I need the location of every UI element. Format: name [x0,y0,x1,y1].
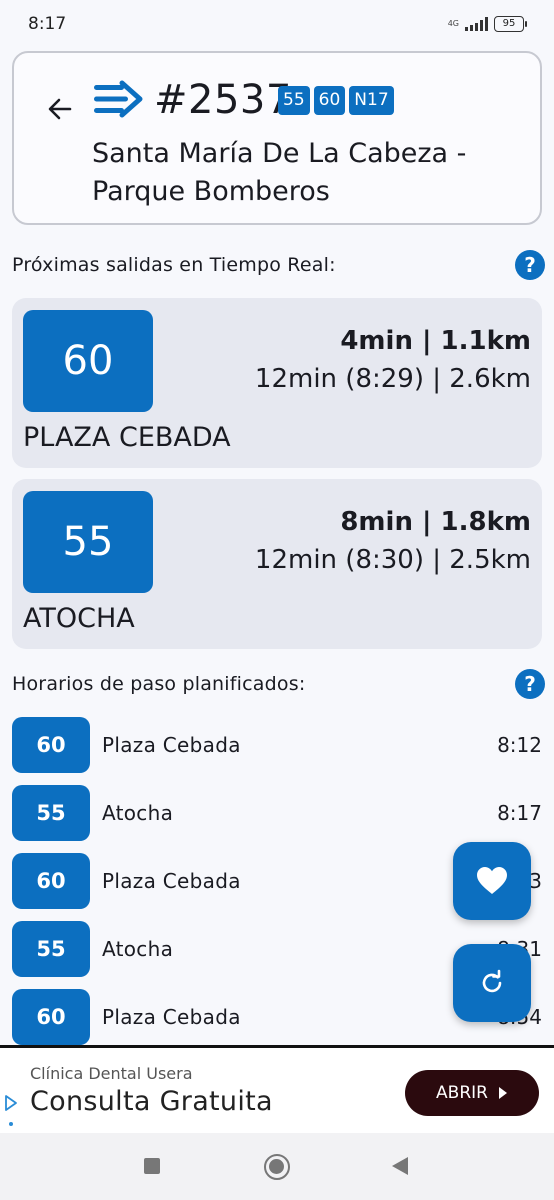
realtime-card[interactable]: 60 PLAZA CEBADA 4min | 1.1km 12min (8:29… [12,298,542,468]
line-badge: 60 [12,989,90,1045]
destination: Plaza Cebada [102,1005,241,1029]
line-badge: 60 [12,853,90,909]
stop-name: Santa María De La Cabeza - Parque Bomber… [92,138,467,207]
line-badge[interactable]: 60 [313,86,346,115]
heart-icon [477,867,507,894]
destination: Atocha [102,801,174,825]
next-arrival: 4min | 1.1km [340,326,531,356]
following-arrival: 12min (8:29) | 2.6km [254,364,531,394]
line-badge: 60 [23,310,153,412]
transit-logo-icon [92,79,144,119]
battery-icon: 95 [494,16,527,32]
destination: PLAZA CEBADA [23,422,231,453]
refresh-icon [482,969,502,993]
destination: Plaza Cebada [102,733,241,757]
network-type: 4G [447,19,459,28]
line-badge: 55 [12,785,90,841]
back-button[interactable] [44,93,76,125]
departure-time: 8:12 [497,733,542,757]
ad-banner[interactable]: Clínica Dental Usera Consulta Gratuita A… [0,1045,554,1133]
play-arrow-icon [498,1087,507,1099]
line-badges: 55 60 N17 [278,86,394,115]
departure-time: 3 [529,869,542,893]
ad-cta-label: ABRIR [436,1083,488,1103]
ad-open-button[interactable]: ABRIR [405,1070,539,1116]
stop-header-card: #2537· 55 60 N17 Santa María De La Cabez… [12,51,542,225]
destination: ATOCHA [23,603,135,634]
schedule-help-icon[interactable]: ? [515,669,545,699]
realtime-help-icon[interactable]: ? [515,250,545,280]
status-icons: 4G 95 [447,16,527,32]
line-badge[interactable]: N17 [349,86,394,115]
back-nav-button[interactable] [392,1157,408,1175]
next-arrival: 8min | 1.8km [340,507,531,537]
schedule-title: Horarios de paso planificados: [12,673,306,695]
line-badge[interactable]: 55 [278,86,310,115]
ad-advertiser: Clínica Dental Usera [30,1064,193,1083]
ad-headline: Consulta Gratuita [30,1086,273,1117]
system-nav-bar [0,1133,554,1200]
signal-icon [465,17,488,31]
schedule-row[interactable]: 60 Plaza Cebada 8:12 [12,717,542,773]
status-bar: 8:17 4G 95 [0,0,554,48]
realtime-card[interactable]: 55 ATOCHA 8min | 1.8km 12min (8:30) | 2.… [12,479,542,649]
line-badge: 55 [23,491,153,593]
following-arrival: 12min (8:30) | 2.5km [254,545,531,575]
home-button[interactable] [264,1154,290,1180]
favorite-button[interactable] [453,842,531,920]
realtime-title: Próximas salidas en Tiempo Real: [12,254,336,276]
arrow-left-icon [48,98,72,120]
departure-time: 8:17 [497,801,542,825]
line-badge: 55 [12,921,90,977]
destination: Atocha [102,937,174,961]
schedule-row[interactable]: 55 Atocha 8:17 [12,785,542,841]
status-time: 8:17 [28,14,67,34]
refresh-button[interactable] [453,944,531,1022]
recent-apps-button[interactable] [144,1158,160,1174]
line-badge: 60 [12,717,90,773]
destination: Plaza Cebada [102,869,241,893]
ad-choices-icon[interactable] [4,1092,18,1130]
